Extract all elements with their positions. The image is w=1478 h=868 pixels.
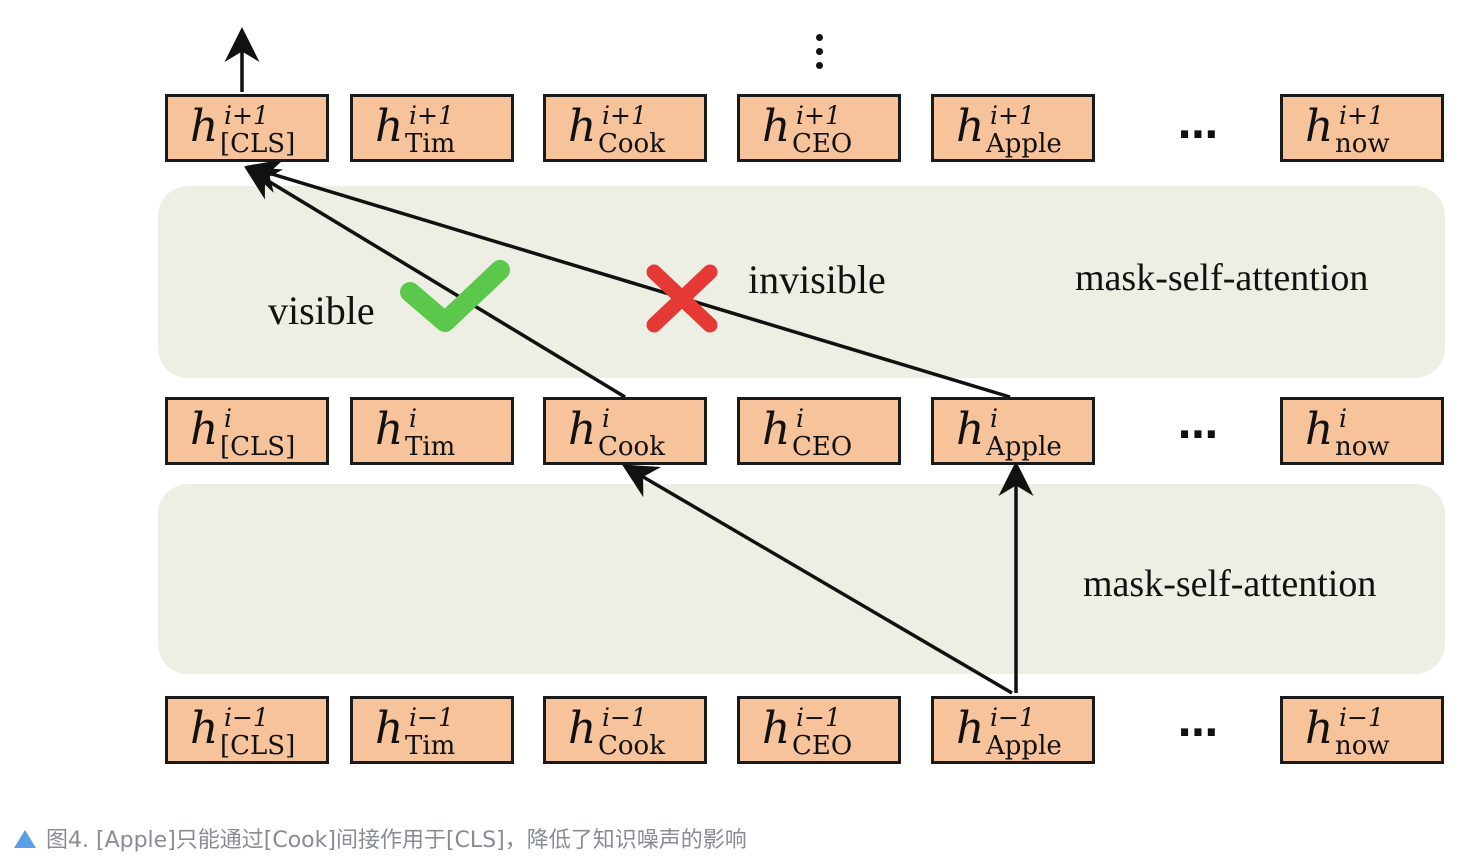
layer-superscript: i: [1339, 404, 1347, 433]
hidden-state-symbol: h: [190, 703, 219, 754]
token-subscript: CEO: [792, 432, 853, 462]
token-box-top-ceo: h i+1 CEO: [737, 94, 901, 162]
figure-caption: 图4. [Apple]只能通过[Cook]间接作用于[CLS]，降低了知识噪声的…: [14, 822, 747, 854]
token-box-middle-tim: h i Tim: [350, 397, 514, 465]
hidden-state-symbol: h: [568, 703, 597, 754]
token-subscript: [CLS]: [220, 129, 296, 159]
token-box-middle-ceo: h i CEO: [737, 397, 901, 465]
arrow-cook-to-cls: [244, 166, 626, 399]
token-box-bottom-apple: h i−1 Apple: [931, 696, 1095, 764]
hidden-state-symbol: h: [375, 101, 404, 152]
token-subscript: Apple: [986, 731, 1062, 761]
token-box-top-cls: h i+1 [CLS]: [165, 94, 329, 162]
token-subscript: Cook: [598, 129, 665, 159]
layer-superscript: i: [224, 404, 232, 433]
token-subscript: [CLS]: [220, 731, 296, 761]
token-box-middle-now: h i now: [1280, 397, 1444, 465]
token-subscript: Cook: [598, 731, 665, 761]
layer-superscript: i+1: [409, 101, 454, 130]
layer-superscript: i−1: [224, 703, 269, 732]
caption-text: 图4. [Apple]只能通过[Cook]间接作用于[CLS]，降低了知识噪声的…: [46, 828, 747, 853]
token-box-bottom-cls: h i−1 [CLS]: [165, 696, 329, 764]
token-subscript: now: [1335, 731, 1390, 761]
token-subscript: Tim: [405, 731, 456, 761]
token-box-middle-cls: h i [CLS]: [165, 397, 329, 465]
layer-superscript: i+1: [224, 101, 269, 130]
layer-superscript: i+1: [990, 101, 1035, 130]
hidden-state-symbol: h: [1305, 404, 1334, 455]
layer-superscript: i: [796, 404, 804, 433]
hidden-state-symbol: h: [956, 703, 985, 754]
layer-superscript: i−1: [602, 703, 647, 732]
hidden-state-symbol: h: [762, 404, 791, 455]
token-subscript: now: [1335, 432, 1390, 462]
hidden-state-symbol: h: [568, 404, 597, 455]
ellipsis-middle: ⋯: [1178, 412, 1220, 458]
layer-superscript: i+1: [1339, 101, 1384, 130]
hidden-state-symbol: h: [762, 101, 791, 152]
layer-superscript: i−1: [409, 703, 454, 732]
hidden-state-symbol: h: [762, 703, 791, 754]
cross-icon: [646, 264, 718, 333]
layer-superscript: i−1: [796, 703, 841, 732]
token-subscript: now: [1335, 129, 1390, 159]
arrow-apple-to-cook: [621, 464, 1013, 695]
token-box-bottom-now: h i−1 now: [1280, 696, 1444, 764]
token-box-bottom-cook: h i−1 Cook: [543, 696, 707, 764]
hidden-state-symbol: h: [1305, 703, 1334, 754]
token-subscript: CEO: [792, 731, 853, 761]
hidden-state-symbol: h: [956, 101, 985, 152]
hidden-state-symbol: h: [190, 404, 219, 455]
hidden-state-symbol: h: [375, 703, 404, 754]
layer-superscript: i−1: [990, 703, 1035, 732]
token-box-middle-cook: h i Cook: [543, 397, 707, 465]
token-subscript: Apple: [986, 129, 1062, 159]
token-box-top-apple: h i+1 Apple: [931, 94, 1095, 162]
hidden-state-symbol: h: [568, 101, 597, 152]
token-subscript: Tim: [405, 129, 456, 159]
ellipsis-bottom: ⋯: [1178, 710, 1220, 756]
token-box-top-now: h i+1 now: [1280, 94, 1444, 162]
token-subscript: Apple: [986, 432, 1062, 462]
layer-superscript: i+1: [796, 101, 841, 130]
token-box-middle-apple: h i Apple: [931, 397, 1095, 465]
layer-superscript: i+1: [602, 101, 647, 130]
hidden-state-symbol: h: [956, 404, 985, 455]
layer-superscript: i: [409, 404, 417, 433]
arrow-apple-to-cls: [245, 159, 1011, 399]
ellipsis-top: ⋯: [1178, 112, 1220, 158]
token-box-top-tim: h i+1 Tim: [350, 94, 514, 162]
hidden-state-symbol: h: [375, 404, 404, 455]
token-subscript: Cook: [598, 432, 665, 462]
token-box-bottom-ceo: h i−1 CEO: [737, 696, 901, 764]
layer-superscript: i: [990, 404, 998, 433]
hidden-state-symbol: h: [190, 101, 219, 152]
layer-superscript: i: [602, 404, 610, 433]
token-subscript: Tim: [405, 432, 456, 462]
hidden-state-symbol: h: [1305, 101, 1334, 152]
token-subscript: [CLS]: [220, 432, 296, 462]
token-subscript: CEO: [792, 129, 853, 159]
caption-triangle-icon: [14, 830, 36, 848]
token-box-bottom-tim: h i−1 Tim: [350, 696, 514, 764]
layer-superscript: i−1: [1339, 703, 1384, 732]
token-box-top-cook: h i+1 Cook: [543, 94, 707, 162]
